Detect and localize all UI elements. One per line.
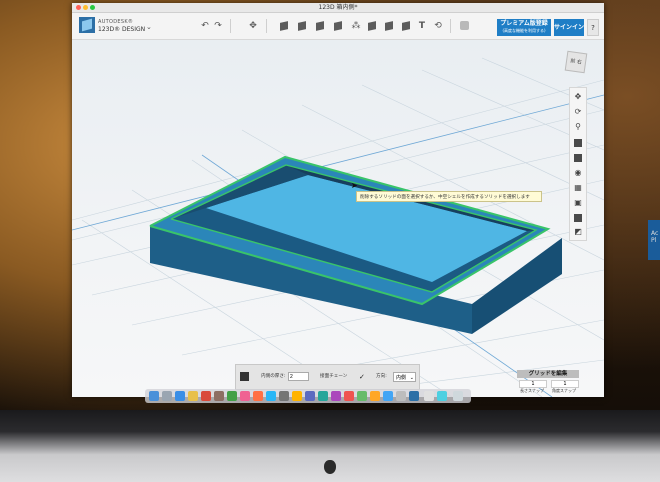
snap-value[interactable]: 1 [519,380,547,388]
tangent-chain-checkbox[interactable]: ✓ [359,373,367,381]
trash-icon[interactable] [453,391,463,401]
material-icon[interactable] [460,21,469,30]
dock [145,389,471,403]
calendar-icon[interactable] [201,391,211,401]
pattern-icon[interactable]: ⁂ [351,21,361,31]
outline-icon[interactable]: ◩ [573,227,583,237]
direction-value: 内側 [396,375,407,381]
transform-icon[interactable]: ✥ [248,21,258,31]
angle-snap-caption: 角度スナップ [552,388,576,393]
app-icon[interactable] [318,391,328,401]
app-icon[interactable] [396,391,406,401]
shell-properties-panel: 内側の厚さ: 接面チェーン ✓ 方向: 内側 ⌄ [235,364,420,390]
grid-panel: グリッドを編集 1 1 長さスナップ 角度スナップ [517,370,579,397]
premium-label: プレミアム版登録 [500,20,548,27]
sign-in-button[interactable]: サインイン [554,19,584,36]
app-icon[interactable] [370,391,380,401]
visibility-icon[interactable]: ◉ [573,168,583,178]
pan-icon[interactable]: ✥ [573,92,583,102]
app-icon[interactable] [437,391,447,401]
scene-canvas [72,57,604,397]
launchpad-icon[interactable] [162,391,172,401]
redo-icon[interactable]: ↷ [213,21,223,31]
chevron-down-icon[interactable]: ⌄ [146,23,152,31]
text-icon[interactable]: T [417,21,427,31]
grid-icon[interactable]: ▦ [573,183,583,193]
safari-icon[interactable] [175,391,185,401]
title-bar: 123D 箱内側* [72,3,604,13]
sketch-icon[interactable] [298,21,306,31]
combine-icon[interactable] [385,21,393,31]
tangent-chain-label: 接面チェーン [320,374,348,379]
camera-icon[interactable]: ▣ [573,198,583,208]
orbit-icon[interactable]: ⟳ [573,107,583,117]
toolbar-divider [230,19,231,33]
desktop-peek-text: Ac Pl [651,230,659,244]
app-icon[interactable] [344,391,354,401]
main-toolbar: AUTODESK® 123D® DESIGN ⌄ ↶ ↷ ✥ ⁂ T ⟲ プレミ… [72,13,604,40]
angle-snap-value[interactable]: 1 [551,380,579,388]
snap-caption: 長さスナップ [520,388,544,393]
123d-design-icon[interactable] [409,391,419,401]
app-icon[interactable] [383,391,393,401]
contacts-icon[interactable] [214,391,224,401]
notes-icon[interactable] [188,391,198,401]
app-window: 123D 箱内側* AUTODESK® 123D® DESIGN ⌄ ↶ ↷ ✥… [72,3,604,397]
direction-select[interactable]: 内側 ⌄ [393,372,416,382]
messages-icon[interactable] [227,391,237,401]
tooltip: 削除するソリッドの面を選択するか、中空シェルを作成するソリッドを選択します [356,191,542,202]
viewcube-front-label: 前 [569,58,576,65]
apple-logo-icon [324,460,336,474]
navigation-bar: ✥ ⟳ ⚲ ◉ ▦ ▣ ◩ [569,87,587,241]
grouping-icon[interactable] [368,21,376,31]
fit-icon[interactable] [574,139,582,147]
appstore-icon[interactable] [266,391,276,401]
construct-icon[interactable] [316,21,324,31]
finder-icon[interactable] [149,391,159,401]
app-icon[interactable] [357,391,367,401]
3d-viewport[interactable]: 前 右 ✥ ⟳ ⚲ ◉ ▦ ▣ ◩ ➤ 削除するソリッドの面を選択するか、中空シ… [72,40,604,397]
toolbar-divider [266,19,267,33]
mouse-cursor-icon: ➤ [351,181,358,190]
direction-label: 方向: [376,374,387,379]
document-title: 123D 箱内側* [318,4,358,11]
snap-icon[interactable]: ⟲ [433,21,443,31]
app-icon[interactable] [292,391,302,401]
photos-icon[interactable] [240,391,250,401]
view-solid-icon[interactable] [574,154,582,162]
toolbar-divider [450,19,451,33]
app-logo-icon [82,18,92,32]
materials-icon[interactable] [574,214,582,222]
undo-icon[interactable]: ↶ [200,21,210,31]
measure-icon[interactable] [402,21,410,31]
modify-icon[interactable] [334,21,342,31]
shell-tool-icon [240,372,249,381]
premium-button[interactable]: プレミアム版登録 (高度な機能を利用する) [497,19,551,36]
brand-name: 123D® DESIGN [98,26,146,33]
chevron-down-icon: ⌄ [409,375,414,381]
app-menu-button[interactable] [79,17,95,33]
help-button[interactable]: ? [587,19,599,36]
app-icon[interactable] [305,391,315,401]
thickness-input[interactable] [288,372,309,381]
settings-icon[interactable] [279,391,289,401]
thickness-label: 内側の厚さ: [261,374,286,379]
edit-grid-button[interactable]: グリッドを編集 [517,370,579,378]
downloads-icon[interactable] [424,391,434,401]
primitives-icon[interactable] [280,21,288,31]
premium-sublabel: (高度な機能を利用する) [502,28,546,33]
music-icon[interactable] [253,391,263,401]
viewcube-side-label: 右 [576,59,583,66]
brand-small-text: AUTODESK® [98,19,134,25]
view-cube[interactable]: 前 右 [564,50,588,74]
zoom-icon[interactable]: ⚲ [573,122,583,132]
app-icon[interactable] [331,391,341,401]
